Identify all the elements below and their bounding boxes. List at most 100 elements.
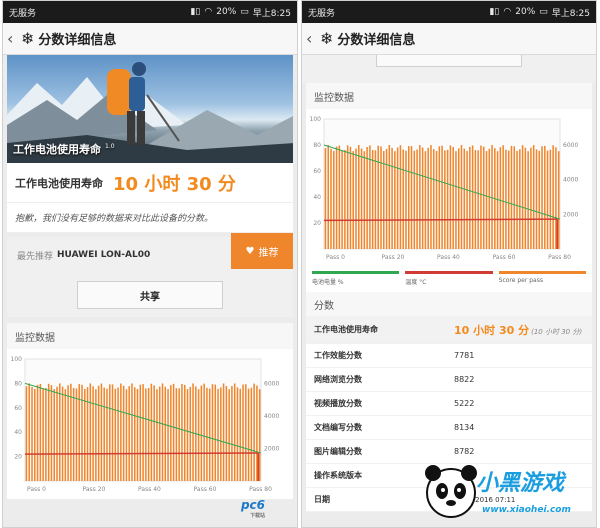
score-bar (377, 145, 379, 249)
score-bar (125, 389, 128, 481)
score-bar (513, 146, 516, 249)
left-tick-label: 20 (14, 454, 22, 461)
score-bar (131, 383, 133, 481)
panda-logo-icon (425, 465, 477, 518)
score-bar (56, 386, 58, 481)
score-bar (488, 148, 491, 249)
score-bar (31, 387, 33, 481)
score-bar (552, 145, 554, 249)
signal-icon: ▮▯ (489, 7, 500, 17)
score-bar (327, 145, 329, 249)
clock-label: 早上8:25 (551, 8, 590, 19)
score-bar (430, 145, 432, 249)
score-bar (147, 387, 150, 481)
score-bar (363, 151, 366, 249)
score-bar (444, 150, 446, 249)
score-bar (394, 151, 396, 249)
chevron-left-icon[interactable]: ‹ (7, 29, 17, 48)
score-bar (432, 149, 435, 249)
score-bar (178, 388, 180, 481)
right-tick-label: 6000 (264, 380, 279, 387)
monitor-chart: 20 40 60 80 100 2000 4000 6000 Pass 0 Pass 20 Pass… (306, 109, 592, 267)
score-bar (335, 146, 338, 249)
score-bar (228, 389, 230, 481)
hero-version: 1.0 (105, 143, 115, 151)
share-button-partial[interactable] (302, 55, 596, 83)
score-bar (164, 386, 167, 481)
score-bar (122, 385, 125, 481)
score-bar (89, 383, 92, 481)
score-bar (150, 383, 153, 481)
score-bar (532, 145, 535, 249)
page-title: 分数详细信息 (38, 33, 117, 48)
recommend-device: HUAWEI LON-AL00 (57, 250, 151, 260)
chart-legend: 电池电量 % 温度 °C Score per pass (306, 267, 592, 292)
score-bar (449, 145, 452, 249)
title-bar: ‹ ❄ 分数详细信息 (3, 23, 297, 55)
score-bar (510, 145, 513, 249)
score-bar (236, 387, 239, 481)
score-bar (106, 388, 108, 481)
left-tick-label: 80 (313, 142, 321, 149)
score-bar (455, 151, 457, 249)
score-bar (507, 150, 510, 249)
recommend-button[interactable]: ♥ 推荐 (231, 233, 293, 269)
score-bar (346, 145, 349, 249)
score-bar (103, 387, 105, 481)
share-button[interactable]: 共享 (77, 281, 223, 309)
score-bar (97, 385, 100, 481)
score-bar (371, 149, 374, 249)
score-bar (355, 148, 357, 249)
score-bar (521, 145, 524, 249)
score-bar (427, 147, 429, 249)
score-bar (366, 147, 368, 249)
left-tick-label: 60 (313, 168, 321, 175)
right-tick-label: 4000 (264, 413, 279, 420)
left-tick-label: 100 (11, 356, 23, 363)
right-tick-label: 2000 (563, 211, 578, 218)
score-bar (344, 150, 346, 249)
score-bar (200, 385, 203, 481)
score-bar (161, 383, 164, 481)
result-card: 工作电池使用寿命 10 小时 30 分 抱歉，我们没有足够的数据来对比此设备的分… (7, 163, 293, 233)
score-bar (330, 148, 332, 249)
score-row-video: 视频播放分数 5222 (306, 392, 592, 416)
score-bar (546, 150, 549, 249)
score-bar (333, 151, 335, 249)
left-tick-label: 100 (310, 116, 322, 123)
score-bar (181, 383, 183, 481)
score-bar (469, 146, 471, 249)
score-row-writing: 文档编写分数 8134 (306, 416, 592, 440)
score-bar (460, 145, 463, 249)
score-bar (39, 383, 42, 481)
watermark-site-text: 小黑游戏 (476, 471, 565, 496)
score-bar (258, 389, 261, 481)
score-bar (34, 389, 36, 481)
score-bar (95, 389, 97, 481)
score-bar (358, 145, 360, 249)
battery-icon: ▭ (539, 7, 548, 17)
score-bar (396, 147, 399, 249)
chevron-left-icon[interactable]: ‹ (306, 29, 316, 48)
score-bar (446, 149, 449, 249)
status-bar: 无服务 ▮▯ ◠ 20% ▭ 早上8:25 (302, 1, 596, 23)
score-bar (527, 151, 529, 249)
score-bar (555, 147, 557, 249)
left-tick-label: 40 (14, 429, 22, 436)
score-bar (405, 150, 407, 249)
score-bar (47, 383, 50, 481)
x-tick-label: Pass 0 (326, 254, 345, 261)
score-bar (36, 384, 39, 481)
phone-left: 无服务 ▮▯ ◠ 20% ▭ 早上8:25 ‹ ❄ 分数详细信息 工作电池使用寿… (2, 0, 298, 528)
left-tick-label: 20 (313, 220, 321, 227)
score-bar (424, 151, 427, 249)
score-bar (206, 387, 208, 481)
score-bar (211, 384, 214, 481)
score-row-battery-life: 工作电池使用寿命 10 小时 30 分 (10 小时 30 分) (306, 316, 592, 344)
score-bar (61, 386, 64, 481)
score-bar (50, 385, 53, 481)
left-tick-label: 40 (313, 194, 321, 201)
score-bar (145, 388, 147, 481)
score-bar (222, 383, 225, 481)
score-bar (419, 145, 421, 249)
